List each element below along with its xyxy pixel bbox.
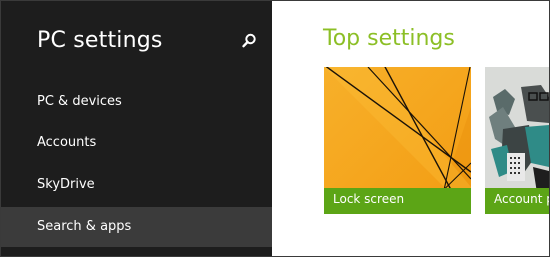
search-icon	[242, 33, 256, 48]
tile-account-picture[interactable]: Account p	[485, 67, 549, 214]
section-title: Top settings	[323, 26, 455, 51]
app-title: PC settings	[37, 28, 163, 53]
tile-label: Account p	[494, 192, 549, 206]
sidebar-item-search-apps[interactable]: Search & apps	[1, 207, 272, 247]
sidebar-item-accounts[interactable]: Accounts	[1, 123, 272, 163]
sidebar-item-label: SkyDrive	[37, 177, 95, 192]
tile-label-bar: Lock screen	[324, 188, 471, 214]
search-button[interactable]	[239, 31, 259, 51]
sidebar-item-skydrive[interactable]: SkyDrive	[1, 165, 272, 205]
sidebar-item-label: Search & apps	[37, 219, 132, 234]
tile-label-bar: Account p	[485, 188, 549, 214]
sidebar-item-label: Accounts	[37, 135, 97, 150]
sidebar-item-label: PC & devices	[37, 94, 122, 109]
window: PC settings PC & devices Accounts SkyDri…	[0, 0, 550, 257]
tile-lock-screen[interactable]: Lock screen	[324, 67, 471, 214]
sidebar: PC settings PC & devices Accounts SkyDri…	[1, 1, 272, 256]
main-content: Top settings Lock screen Account p	[272, 1, 549, 256]
tile-label: Lock screen	[333, 192, 405, 206]
sidebar-item-pc-devices[interactable]: PC & devices	[1, 82, 272, 122]
